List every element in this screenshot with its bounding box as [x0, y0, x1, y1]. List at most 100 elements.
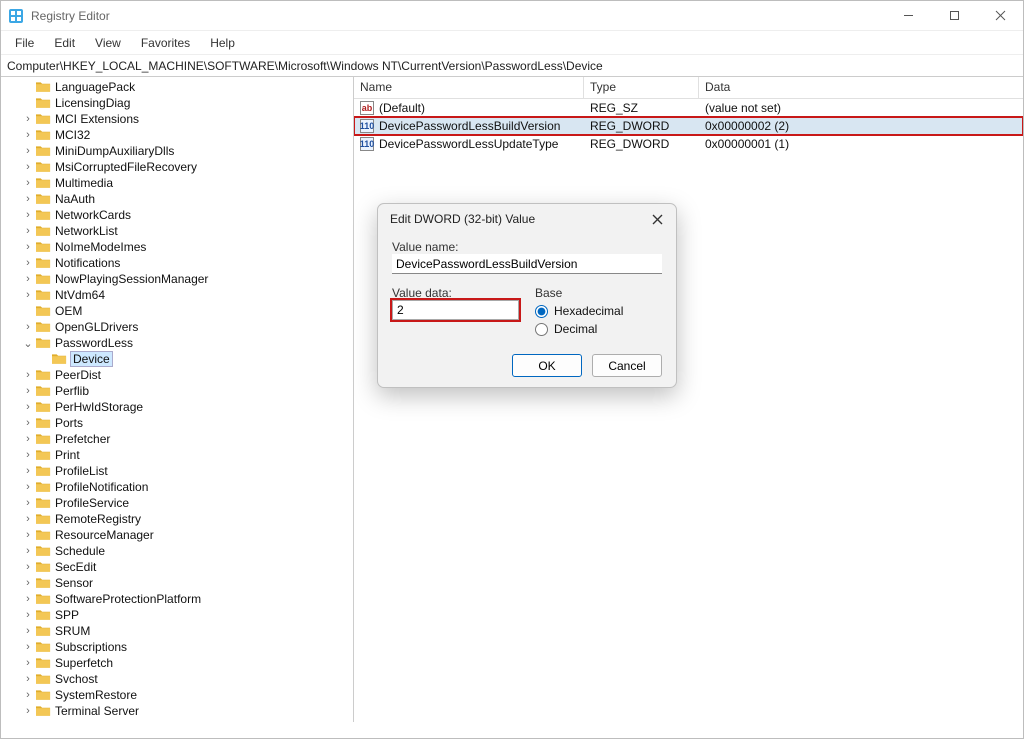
tree-node-terminal-server[interactable]: ›Terminal Server	[1, 703, 353, 719]
minimize-button[interactable]	[885, 1, 931, 31]
expand-icon[interactable]: ›	[21, 193, 35, 205]
expand-icon[interactable]: ›	[21, 705, 35, 717]
list-body[interactable]: ab(Default)REG_SZ(value not set)110Devic…	[354, 99, 1023, 722]
close-button[interactable]	[977, 1, 1023, 31]
tree-node-noimemodeimes[interactable]: ›NoImeModeImes	[1, 239, 353, 255]
tree-node-secedit[interactable]: ›SecEdit	[1, 559, 353, 575]
expand-icon[interactable]: ›	[21, 513, 35, 525]
expand-icon[interactable]: ›	[21, 609, 35, 621]
tree-node-softwareprotectionplatform[interactable]: ›SoftwareProtectionPlatform	[1, 591, 353, 607]
expand-icon[interactable]: ›	[21, 257, 35, 269]
expand-icon[interactable]: ›	[21, 449, 35, 461]
tree-node-profilenotification[interactable]: ›ProfileNotification	[1, 479, 353, 495]
expand-icon[interactable]: ›	[21, 577, 35, 589]
expand-icon[interactable]: ›	[21, 129, 35, 141]
expand-icon[interactable]: ›	[21, 689, 35, 701]
tree-node-licensingdiag[interactable]: LicensingDiag	[1, 95, 353, 111]
radio-hexadecimal[interactable]: Hexadecimal	[535, 304, 662, 318]
tree-node-resourcemanager[interactable]: ›ResourceManager	[1, 527, 353, 543]
expand-icon[interactable]: ›	[21, 401, 35, 413]
tree-node-profileservice[interactable]: ›ProfileService	[1, 495, 353, 511]
ok-button[interactable]: OK	[512, 354, 582, 377]
tree-node-ntvdm64[interactable]: ›NtVdm64	[1, 287, 353, 303]
tree-node-device[interactable]: Device	[1, 351, 353, 367]
tree-node-srum[interactable]: ›SRUM	[1, 623, 353, 639]
expand-icon[interactable]: ›	[21, 241, 35, 253]
tree-node-networkcards[interactable]: ›NetworkCards	[1, 207, 353, 223]
tree-node-opengldrivers[interactable]: ›OpenGLDrivers	[1, 319, 353, 335]
tree-node-ports[interactable]: ›Ports	[1, 415, 353, 431]
expand-icon[interactable]: ›	[21, 497, 35, 509]
tree-node-msicorruptedfilerecovery[interactable]: ›MsiCorruptedFileRecovery	[1, 159, 353, 175]
tree-node-naauth[interactable]: ›NaAuth	[1, 191, 353, 207]
menu-favorites[interactable]: Favorites	[131, 33, 200, 53]
tree-node-passwordless[interactable]: ⌄PasswordLess	[1, 335, 353, 351]
tree-node-sensor[interactable]: ›Sensor	[1, 575, 353, 591]
value-row[interactable]: 110DevicePasswordLessBuildVersionREG_DWO…	[354, 117, 1023, 135]
expand-icon[interactable]: ⌄	[21, 337, 35, 350]
value-row[interactable]: 110DevicePasswordLessUpdateTypeREG_DWORD…	[354, 135, 1023, 153]
tree-node-schedule[interactable]: ›Schedule	[1, 543, 353, 559]
radio-decimal[interactable]: Decimal	[535, 322, 662, 336]
tree-node-spp[interactable]: ›SPP	[1, 607, 353, 623]
expand-icon[interactable]: ›	[21, 529, 35, 541]
tree-node-profilelist[interactable]: ›ProfileList	[1, 463, 353, 479]
column-type[interactable]: Type	[584, 77, 699, 98]
expand-icon[interactable]: ›	[21, 481, 35, 493]
tree-node-mci-extensions[interactable]: ›MCI Extensions	[1, 111, 353, 127]
menu-help[interactable]: Help	[200, 33, 245, 53]
value-row[interactable]: ab(Default)REG_SZ(value not set)	[354, 99, 1023, 117]
expand-icon[interactable]: ›	[21, 561, 35, 573]
value-name-field[interactable]	[392, 254, 662, 274]
expand-icon[interactable]: ›	[21, 641, 35, 653]
tree-node-minidumpauxiliarydlls[interactable]: ›MiniDumpAuxiliaryDlls	[1, 143, 353, 159]
expand-icon[interactable]: ›	[21, 273, 35, 285]
expand-icon[interactable]: ›	[21, 673, 35, 685]
expand-icon[interactable]: ›	[21, 177, 35, 189]
column-data[interactable]: Data	[699, 77, 1023, 98]
menu-edit[interactable]: Edit	[44, 33, 85, 53]
expand-icon[interactable]: ›	[21, 625, 35, 637]
expand-icon[interactable]: ›	[21, 225, 35, 237]
tree-node-svchost[interactable]: ›Svchost	[1, 671, 353, 687]
expand-icon[interactable]: ›	[21, 593, 35, 605]
expand-icon[interactable]: ›	[21, 465, 35, 477]
tree-pane[interactable]: LanguagePackLicensingDiag›MCI Extensions…	[1, 77, 354, 722]
expand-icon[interactable]: ›	[21, 545, 35, 557]
expand-icon[interactable]: ›	[21, 321, 35, 333]
menu-view[interactable]: View	[85, 33, 131, 53]
tree-node-remoteregistry[interactable]: ›RemoteRegistry	[1, 511, 353, 527]
tree-node-notifications[interactable]: ›Notifications	[1, 255, 353, 271]
tree-node-oem[interactable]: OEM	[1, 303, 353, 319]
tree-node-systemrestore[interactable]: ›SystemRestore	[1, 687, 353, 703]
tree-node-networklist[interactable]: ›NetworkList	[1, 223, 353, 239]
expand-icon[interactable]: ›	[21, 113, 35, 125]
value-data-field[interactable]	[392, 300, 519, 320]
radio-hexadecimal-input[interactable]	[535, 305, 548, 318]
maximize-button[interactable]	[931, 1, 977, 31]
tree-node-multimedia[interactable]: ›Multimedia	[1, 175, 353, 191]
tree-node-perhwidstorage[interactable]: ›PerHwIdStorage	[1, 399, 353, 415]
tree-node-subscriptions[interactable]: ›Subscriptions	[1, 639, 353, 655]
expand-icon[interactable]: ›	[21, 289, 35, 301]
tree-node-perflib[interactable]: ›Perflib	[1, 383, 353, 399]
expand-icon[interactable]: ›	[21, 657, 35, 669]
tree-node-mci32[interactable]: ›MCI32	[1, 127, 353, 143]
tree-node-languagepack[interactable]: LanguagePack	[1, 79, 353, 95]
expand-icon[interactable]: ›	[21, 145, 35, 157]
column-name[interactable]: Name	[354, 77, 584, 98]
expand-icon[interactable]: ›	[21, 209, 35, 221]
tree-node-peerdist[interactable]: ›PeerDist	[1, 367, 353, 383]
radio-decimal-input[interactable]	[535, 323, 548, 336]
menu-file[interactable]: File	[5, 33, 44, 53]
tree-node-print[interactable]: ›Print	[1, 447, 353, 463]
tree-node-superfetch[interactable]: ›Superfetch	[1, 655, 353, 671]
cancel-button[interactable]: Cancel	[592, 354, 662, 377]
expand-icon[interactable]: ›	[21, 417, 35, 429]
dialog-close-button[interactable]	[648, 210, 666, 228]
tree-node-nowplayingsessionmanager[interactable]: ›NowPlayingSessionManager	[1, 271, 353, 287]
expand-icon[interactable]: ›	[21, 369, 35, 381]
address-bar[interactable]: Computer\HKEY_LOCAL_MACHINE\SOFTWARE\Mic…	[1, 55, 1023, 77]
tree-node-prefetcher[interactable]: ›Prefetcher	[1, 431, 353, 447]
expand-icon[interactable]: ›	[21, 161, 35, 173]
